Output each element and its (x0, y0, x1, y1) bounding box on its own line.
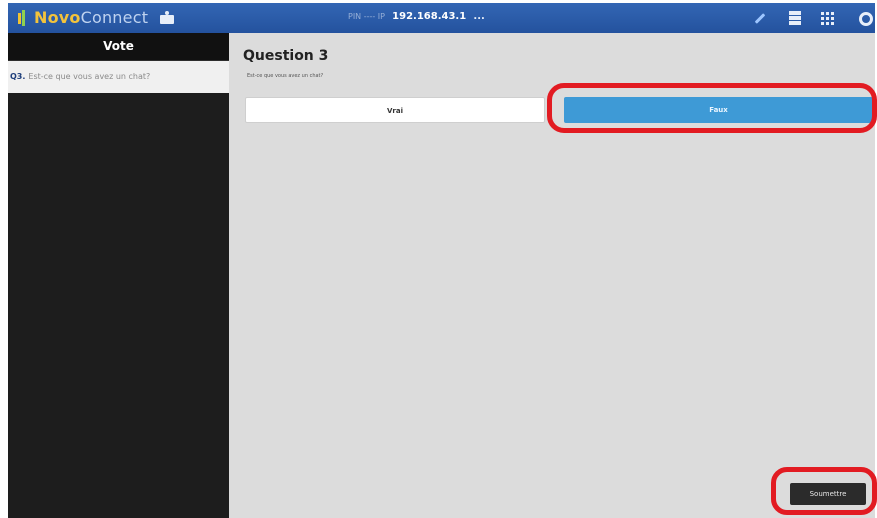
sidebar-item-q3[interactable]: Q3. Est-ce que vous avez un chat? (8, 61, 229, 93)
presenter-icon[interactable] (158, 10, 176, 26)
brand-connect: Connect (80, 8, 149, 27)
question-title: Question 3 (243, 48, 329, 64)
gear-icon[interactable] (856, 10, 874, 26)
tray-icon[interactable] (786, 10, 804, 26)
more-indicator[interactable]: ... (473, 11, 484, 22)
answer-vrai-button[interactable]: Vrai (245, 97, 545, 123)
grid-icon[interactable] (819, 10, 837, 26)
novoconnect-app: NovoConnect PIN ---- IP 192.168.43.1 ...… (0, 0, 877, 518)
sidebar-item-label: Est-ce que vous avez un chat? (28, 72, 151, 81)
pin-label: PIN ---- IP (348, 12, 385, 21)
app-brand: NovoConnect (34, 8, 148, 27)
brand-novo: Novo (34, 8, 81, 27)
vote-sidebar: Vote Q3. Est-ce que vous avez un chat? (8, 33, 229, 518)
faux-highlight-annotation (547, 83, 877, 133)
top-bar: NovoConnect PIN ---- IP 192.168.43.1 ... (8, 3, 875, 33)
connection-info: PIN ---- IP 192.168.43.1 ... (348, 11, 485, 22)
question-number: Q3. (10, 72, 26, 81)
question-text: Est-ce que vous avez un chat? (247, 73, 324, 79)
sidebar-title: Vote (8, 33, 229, 61)
ip-address: 192.168.43.1 (392, 11, 467, 22)
submit-highlight-annotation (771, 467, 877, 515)
novoconnect-logo-icon (18, 10, 26, 26)
pen-icon[interactable] (750, 10, 768, 26)
